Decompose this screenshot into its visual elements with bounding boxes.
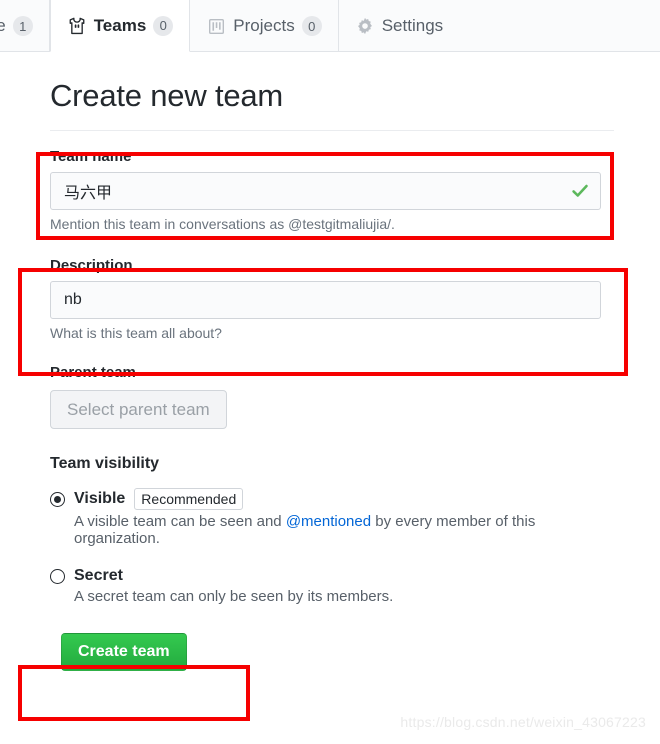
tab-settings-label: Settings <box>381 16 444 35</box>
team-name-input[interactable]: 马六甲 <box>50 172 601 210</box>
description-hint: What is this team all about? <box>50 325 222 341</box>
teams-jersey-icon <box>67 16 87 36</box>
recommended-badge: Recommended <box>134 488 244 510</box>
team-name-label: Team name <box>50 148 132 165</box>
description-field-group: Description nb What is this team all abo… <box>50 257 614 341</box>
radio-secret[interactable] <box>50 568 65 584</box>
select-parent-team-button[interactable]: Select parent team <box>50 390 227 429</box>
team-name-hint: Mention this team in conversations as @t… <box>50 216 395 232</box>
tab-settings[interactable]: Settings <box>339 0 459 52</box>
projects-icon <box>206 16 226 36</box>
submit-row: Create team <box>61 633 614 671</box>
parent-team-label: Parent team <box>50 364 136 381</box>
create-team-highlight <box>18 665 250 721</box>
create-team-button[interactable]: Create team <box>61 633 187 671</box>
gear-icon <box>355 16 375 36</box>
watermark: https://blog.csdn.net/weixin_43067223 <box>400 714 646 730</box>
visibility-secret-description: A secret team can only be seen by its me… <box>74 588 394 605</box>
tab-teams-label: Teams <box>93 15 147 35</box>
visibility-visible-description: A visible team can be seen and @mentione… <box>74 513 614 547</box>
org-nav-tabbar: ple 1 Teams 0 Projects 0 <box>0 0 660 52</box>
radio-secret-label: Secret <box>74 567 123 584</box>
team-visibility-label: Team visibility <box>50 455 160 472</box>
visible-desc-part1: A visible team can be seen and <box>74 513 286 530</box>
team-name-field-group: Team name 马六甲 Mention this team in conve… <box>50 148 614 232</box>
tab-projects-counter: 0 <box>301 16 322 36</box>
radio-visible-label: Visible <box>74 490 126 507</box>
tab-projects[interactable]: Projects 0 <box>190 0 339 52</box>
tab-teams[interactable]: Teams 0 <box>49 0 191 52</box>
create-team-form: Create new team Team name 马六甲 Mention th… <box>0 78 660 671</box>
team-visibility-group: Team visibility Visible Recommended A vi… <box>50 455 614 605</box>
tab-projects-label: Projects <box>233 16 295 35</box>
visibility-option-secret[interactable]: Secret <box>50 567 614 585</box>
parent-team-field-group: Parent team Select parent team <box>50 364 614 429</box>
tab-people-counter: 1 <box>12 16 33 36</box>
tab-teams-counter: 0 <box>153 15 174 36</box>
team-name-input-wrap: 马六甲 <box>50 172 601 210</box>
page-title: Create new team <box>50 78 284 113</box>
title-divider <box>50 130 614 131</box>
tab-people[interactable]: ple 1 <box>0 0 50 52</box>
description-label: Description <box>50 257 133 274</box>
tab-people-label: ple <box>0 16 6 35</box>
description-input[interactable]: nb <box>50 281 601 319</box>
radio-visible[interactable] <box>50 491 65 507</box>
visibility-option-visible[interactable]: Visible Recommended <box>50 488 614 510</box>
mentioned-link[interactable]: @mentioned <box>286 513 371 530</box>
